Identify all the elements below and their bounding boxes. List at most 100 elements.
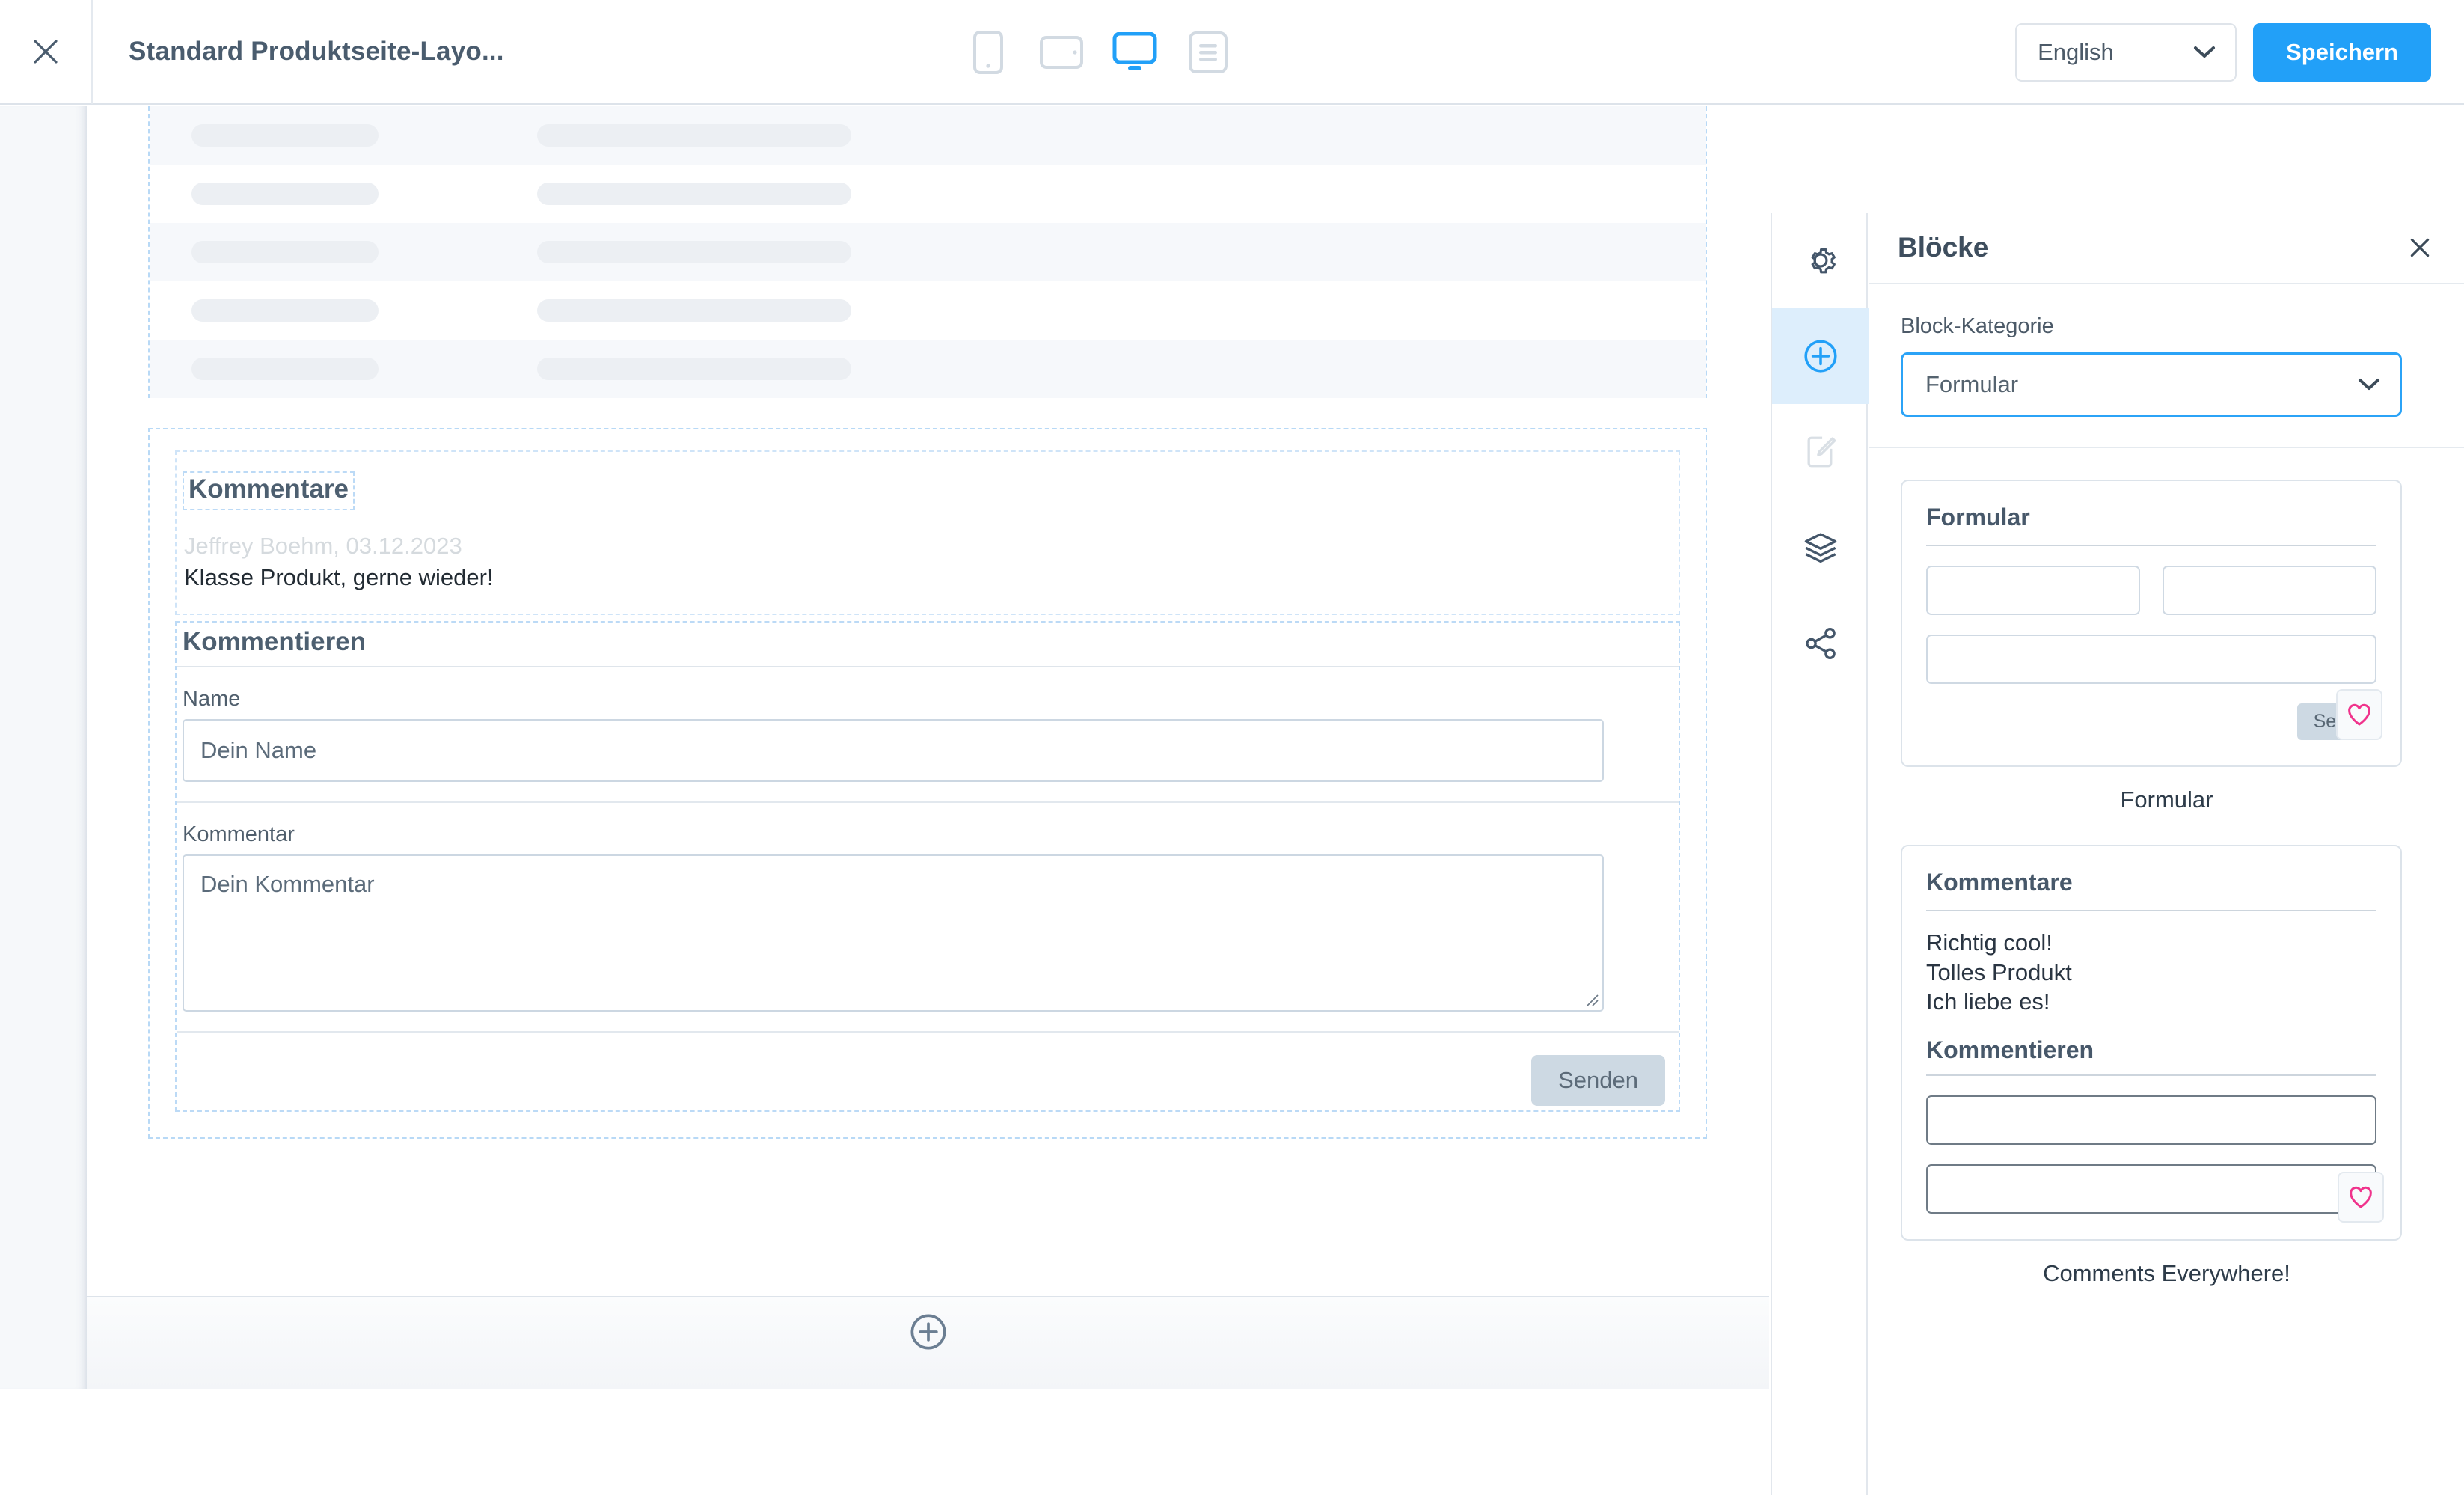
rail-item-settings[interactable] <box>1772 213 1869 308</box>
preview-input <box>1926 635 2376 684</box>
preview-send-row: Send <box>1926 703 2376 740</box>
heart-icon <box>2350 1186 2372 1208</box>
divider <box>1926 1074 2376 1077</box>
divider <box>1926 910 2376 911</box>
block-item-formular[interactable]: Formular Send Formular <box>1901 480 2433 813</box>
document-list-icon <box>1189 31 1228 73</box>
table-row <box>150 106 1706 165</box>
favorite-block-button[interactable] <box>2336 689 2382 740</box>
device-document-button[interactable] <box>1185 29 1231 76</box>
plus-circle-icon <box>1804 340 1837 373</box>
preview-input-row <box>1926 566 2376 615</box>
comment-field-label: Kommentar <box>183 822 295 846</box>
submit-comment-button[interactable]: Senden <box>1531 1055 1665 1106</box>
favorite-block-button[interactable] <box>2338 1172 2384 1223</box>
page-canvas[interactable]: Kommentare Jeffrey Boehm, 03.12.2023 Kla… <box>87 106 1769 1389</box>
comment-textarea[interactable]: Dein Kommentar <box>183 854 1604 1012</box>
chevron-down-icon <box>2194 46 2216 58</box>
close-icon <box>34 40 58 64</box>
preview-subheading: Kommentieren <box>1926 1036 2094 1064</box>
blocks-panel-header: Blöcke <box>1869 213 2464 284</box>
block-preview-card[interactable]: Formular Send <box>1901 480 2402 767</box>
skeleton-bar <box>537 183 851 205</box>
preview-input <box>1926 1095 2376 1146</box>
tablet-icon <box>1040 36 1083 69</box>
skeleton-bar <box>191 124 379 147</box>
name-input[interactable]: Dein Name <box>183 719 1604 782</box>
comments-block[interactable]: Kommentare Jeffrey Boehm, 03.12.2023 Kla… <box>148 428 1707 1139</box>
close-editor-button[interactable] <box>0 0 93 104</box>
divider <box>1869 447 2464 448</box>
skeleton-bar <box>537 299 851 322</box>
left-gutter <box>0 106 87 1389</box>
submit-row: Senden <box>177 1033 1679 1110</box>
preview-comment-lines: Richtig cool! Tolles Produkt Ich liebe e… <box>1926 928 2376 1017</box>
comment-text: Klasse Produkt, gerne wieder! <box>184 564 494 590</box>
device-mobile-button[interactable] <box>965 29 1011 76</box>
block-preview-card[interactable]: Kommentare Richtig cool! Tolles Produkt … <box>1901 845 2402 1241</box>
preview-comment-line: Richtig cool! <box>1926 929 2053 956</box>
rail-item-share[interactable] <box>1772 596 1869 691</box>
block-category-value: Formular <box>1925 371 2019 397</box>
blocks-panel-title: Blöcke <box>1898 232 1989 263</box>
preview-input <box>1926 566 2140 615</box>
block-category-label: Block-Kategorie <box>1901 314 2054 338</box>
page-title: Standard Produktseite-Layo... <box>129 37 504 66</box>
comment-textarea-placeholder: Dein Kommentar <box>200 871 375 897</box>
rail-item-layers[interactable] <box>1772 500 1869 596</box>
table-row <box>150 340 1706 398</box>
block-card-title: Kommentare <box>1926 869 2073 896</box>
close-icon[interactable] <box>2407 235 2433 260</box>
desktop-icon <box>1112 32 1157 70</box>
save-button[interactable]: Speichern <box>2253 23 2431 82</box>
skeleton-bar <box>537 124 851 147</box>
preview-input <box>1926 1164 2376 1214</box>
language-select[interactable]: English <box>2015 23 2237 82</box>
skeleton-bar <box>191 358 379 380</box>
blocks-panel-body: Block-Kategorie Formular Formular Send F… <box>1869 284 2464 1287</box>
skeleton-table-block[interactable] <box>148 106 1707 398</box>
device-preview-group <box>965 0 1231 105</box>
table-row <box>150 165 1706 223</box>
divider <box>1926 545 2376 546</box>
language-value: English <box>2038 39 2114 65</box>
add-section-bar[interactable] <box>87 1296 1769 1389</box>
preview-comment-line: Ich liebe es! <box>1926 988 2050 1015</box>
tool-rail <box>1771 213 1869 1495</box>
plus-circle-icon[interactable] <box>909 1312 948 1351</box>
comments-list-section[interactable]: Kommentare Jeffrey Boehm, 03.12.2023 Kla… <box>175 450 1680 615</box>
device-desktop-button[interactable] <box>1112 29 1158 76</box>
share-icon <box>1806 627 1836 660</box>
chevron-down-icon <box>2359 379 2379 390</box>
rail-item-add-block[interactable] <box>1772 308 1869 404</box>
skeleton-bar <box>191 241 379 263</box>
skeleton-bar <box>537 358 851 380</box>
blocks-panel: Blöcke Block-Kategorie Formular Formular <box>1869 213 2464 1495</box>
preview-input <box>2163 566 2376 615</box>
comments-heading: Kommentare <box>183 471 355 510</box>
resize-handle-icon[interactable] <box>1581 989 1599 1007</box>
name-field-label: Name <box>183 687 241 711</box>
edit-document-icon <box>1807 436 1836 468</box>
block-card-title: Formular <box>1926 504 2030 531</box>
table-row <box>150 223 1706 281</box>
top-toolbar: Standard Produktseite-Layo... English Sp… <box>0 0 2464 105</box>
comment-author: Jeffrey Boehm, 03.12.2023 <box>184 533 462 559</box>
block-caption: Formular <box>2120 786 2213 813</box>
mobile-icon <box>973 31 1003 74</box>
block-item-kommentare[interactable]: Kommentare Richtig cool! Tolles Produkt … <box>1901 845 2433 1287</box>
block-category-select[interactable]: Formular <box>1901 352 2402 417</box>
device-tablet-button[interactable] <box>1038 29 1085 76</box>
layers-icon <box>1804 533 1837 563</box>
skeleton-bar <box>537 241 851 263</box>
skeleton-bar <box>191 183 379 205</box>
comment-form-section[interactable]: Kommentieren Name Dein Name Kommentar De… <box>175 621 1680 1112</box>
gear-icon <box>1811 248 1836 274</box>
editor-body: Kommentare Jeffrey Boehm, 03.12.2023 Kla… <box>0 106 2464 1495</box>
heart-icon <box>2348 703 2370 726</box>
topbar-right-group: English Speichern <box>2015 0 2431 105</box>
block-caption: Comments Everywhere! <box>2043 1260 2290 1287</box>
rail-item-edit-content[interactable] <box>1772 404 1869 500</box>
skeleton-bar <box>191 299 379 322</box>
preview-comment-line: Tolles Produkt <box>1926 959 2072 985</box>
